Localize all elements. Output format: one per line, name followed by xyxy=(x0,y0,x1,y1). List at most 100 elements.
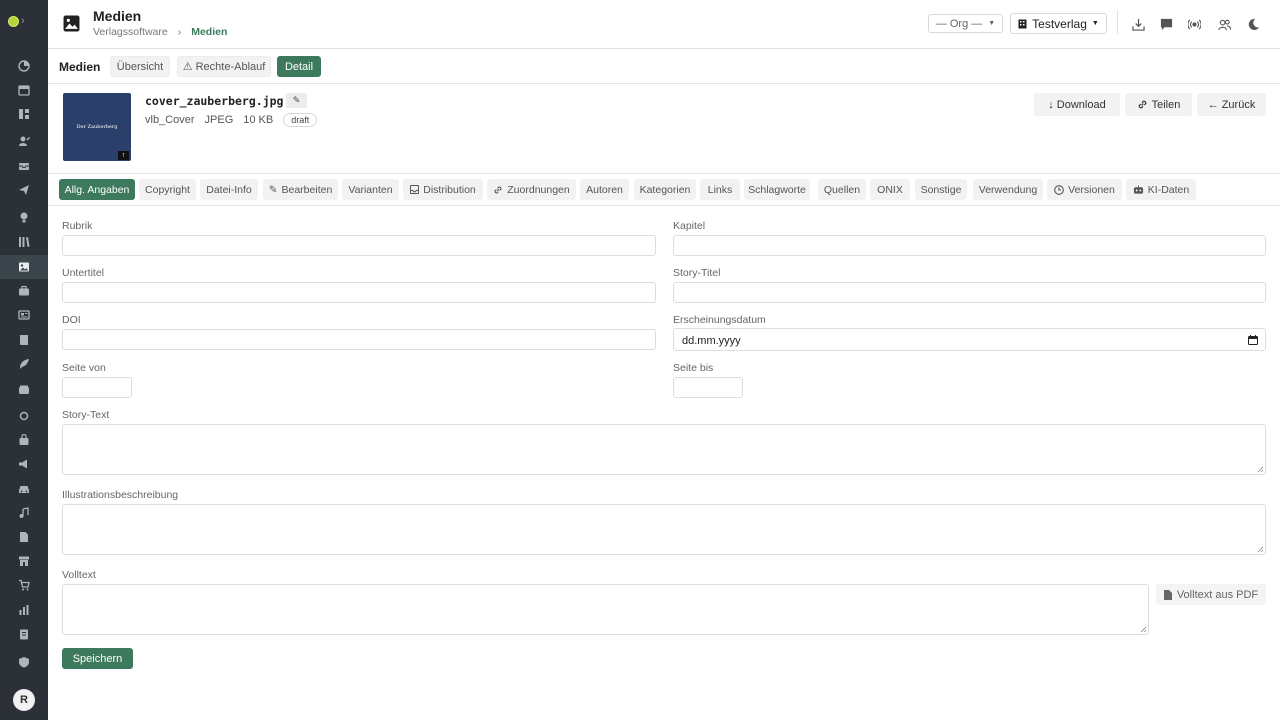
tab-verwendung[interactable]: Verwendung xyxy=(973,179,1043,200)
tab-allg-angaben[interactable]: Allg. Angaben xyxy=(59,179,135,200)
publisher-select-value: Testverlag xyxy=(1032,16,1087,31)
megaphone-icon xyxy=(19,459,27,469)
tab-zuordnungen[interactable]: Zuordnungen xyxy=(487,179,576,200)
user-avatar[interactable]: R xyxy=(13,689,35,711)
story-text-textarea[interactable] xyxy=(62,424,1266,475)
tab-copyright[interactable]: Copyright xyxy=(139,179,196,200)
send-icon xyxy=(19,185,29,195)
illustrationsbeschreibung-textarea[interactable] xyxy=(62,504,1266,555)
resize-grip-icon[interactable] xyxy=(1257,466,1264,473)
tab-kategorien[interactable]: Kategorien xyxy=(634,179,696,200)
tab-detail[interactable]: Detail xyxy=(277,56,321,77)
app-logo-toggle[interactable]: › xyxy=(8,16,25,27)
tab-bearbeiten[interactable]: ✎ Bearbeiten xyxy=(263,179,338,200)
sidebar-item-library-icon[interactable] xyxy=(0,230,48,254)
tab-onix[interactable]: ONIX xyxy=(870,179,910,200)
feather-icon xyxy=(20,359,29,369)
tab-schlagworte[interactable]: Schlagworte xyxy=(744,179,810,200)
save-button[interactable]: Speichern xyxy=(62,648,133,669)
link-icon xyxy=(1138,100,1146,109)
calendar-icon[interactable] xyxy=(1248,335,1258,345)
sidebar-item-book-icon[interactable] xyxy=(0,328,48,352)
media-size: 10 KB xyxy=(243,114,274,126)
edit-filename-button[interactable]: ✎ xyxy=(286,93,307,108)
sidebar-item-image-icon[interactable] xyxy=(0,255,48,279)
resize-grip-icon[interactable] xyxy=(1140,626,1147,633)
sidebar-item-user-edit-icon[interactable] xyxy=(0,129,48,153)
calendar-icon xyxy=(18,85,30,96)
org-select[interactable]: — Org — ▼ xyxy=(928,14,1003,33)
sidebar-item-music-icon[interactable] xyxy=(0,501,48,525)
publisher-select[interactable]: Testverlag ▼ xyxy=(1010,13,1107,34)
tab-uebersicht[interactable]: Übersicht xyxy=(110,56,170,77)
sidebar-item-cart-icon[interactable] xyxy=(0,573,48,597)
logo-icon xyxy=(8,16,19,27)
sidebar-item-megaphone-icon[interactable] xyxy=(0,452,48,476)
breadcrumb-root[interactable]: Verlagssoftware xyxy=(93,26,168,38)
sidebar-item-circle-icon[interactable] xyxy=(0,404,48,428)
sidebar-item-inbox-icon[interactable] xyxy=(0,154,48,178)
tab-datei-info[interactable]: Datei-Info xyxy=(200,179,258,200)
tab-ki-daten[interactable]: KI-Daten xyxy=(1126,179,1196,200)
upload-icon[interactable]: ↑ xyxy=(118,151,129,160)
erscheinungsdatum-input[interactable]: dd.mm.yyyy xyxy=(673,328,1266,351)
volltext-textarea[interactable] xyxy=(62,584,1149,635)
sidebar-item-dashboard-icon[interactable] xyxy=(0,54,48,78)
sidebar-item-bag-icon[interactable] xyxy=(0,428,48,452)
building-icon xyxy=(1018,19,1027,28)
clipboard-icon xyxy=(20,629,28,640)
back-button[interactable]: ← Zurück xyxy=(1197,93,1266,116)
sidebar-item-calendar-icon[interactable] xyxy=(0,78,48,102)
sidebar-item-wallet-icon[interactable] xyxy=(0,378,48,402)
tab-sonstige[interactable]: Sonstige xyxy=(915,179,967,200)
seite-von-input[interactable] xyxy=(62,377,132,398)
sidebar-item-chart-icon[interactable] xyxy=(0,598,48,622)
rubrik-input[interactable] xyxy=(62,235,656,256)
sidebar-item-lightbulb-icon[interactable] xyxy=(0,205,48,229)
seite-bis-input[interactable] xyxy=(673,377,743,398)
inbox-icon xyxy=(410,185,420,194)
clock-icon xyxy=(1054,184,1064,195)
sidebar-item-send-icon[interactable] xyxy=(0,178,48,202)
inbox-icon xyxy=(19,163,29,170)
circle-icon xyxy=(19,411,29,421)
tab-distribution[interactable]: Distribution xyxy=(403,179,483,200)
sidebar-item-clipboard-icon[interactable] xyxy=(0,622,48,646)
seite-von-label: Seite von xyxy=(62,362,106,374)
sidebar-item-news-icon[interactable] xyxy=(0,303,48,327)
story-titel-input[interactable] xyxy=(673,282,1266,303)
tab-autoren[interactable]: Autoren xyxy=(580,179,629,200)
chat-icon[interactable] xyxy=(1156,14,1176,34)
dashboard-icon xyxy=(18,60,30,72)
tab-versionen[interactable]: Versionen xyxy=(1047,179,1122,200)
download-button[interactable]: ↓ Download xyxy=(1034,93,1120,116)
share-button[interactable]: Teilen xyxy=(1125,93,1192,116)
cover-thumbnail[interactable]: Der Zauberberg ↑ xyxy=(63,93,131,161)
sidebar-item-feather-icon[interactable] xyxy=(0,352,48,376)
tab-ki-daten-label: KI-Daten xyxy=(1147,183,1190,196)
untertitel-input[interactable] xyxy=(62,282,656,303)
sidebar: › R xyxy=(0,0,48,720)
kapitel-input[interactable] xyxy=(673,235,1266,256)
tab-quellen[interactable]: Quellen xyxy=(818,179,866,200)
sidebar-item-layout-icon[interactable] xyxy=(0,102,48,126)
tab-links[interactable]: Links xyxy=(700,179,740,200)
image-icon xyxy=(19,262,29,272)
doi-input[interactable] xyxy=(62,329,656,350)
users-icon[interactable] xyxy=(1214,14,1234,34)
sidebar-item-file-icon[interactable] xyxy=(0,525,48,549)
volltext-from-pdf-button[interactable]: Volltext aus PDF xyxy=(1156,584,1266,605)
tab-varianten[interactable]: Varianten xyxy=(342,179,399,200)
sidebar-item-briefcase-icon[interactable] xyxy=(0,279,48,303)
erscheinungsdatum-label: Erscheinungsdatum xyxy=(673,314,766,326)
breadcrumb-current: Medien xyxy=(191,26,228,38)
volltext-label: Volltext xyxy=(62,569,96,581)
dark-mode-icon[interactable] xyxy=(1243,14,1263,34)
resize-grip-icon[interactable] xyxy=(1257,546,1264,553)
sidebar-item-car-icon[interactable] xyxy=(0,477,48,501)
sidebar-item-shield-icon[interactable] xyxy=(0,650,48,674)
download-icon[interactable] xyxy=(1128,14,1148,34)
sidebar-item-store-icon[interactable] xyxy=(0,549,48,573)
tab-rechte-ablauf[interactable]: ⚠ Rechte-Ablauf xyxy=(177,56,271,77)
broadcast-icon[interactable] xyxy=(1184,14,1204,34)
